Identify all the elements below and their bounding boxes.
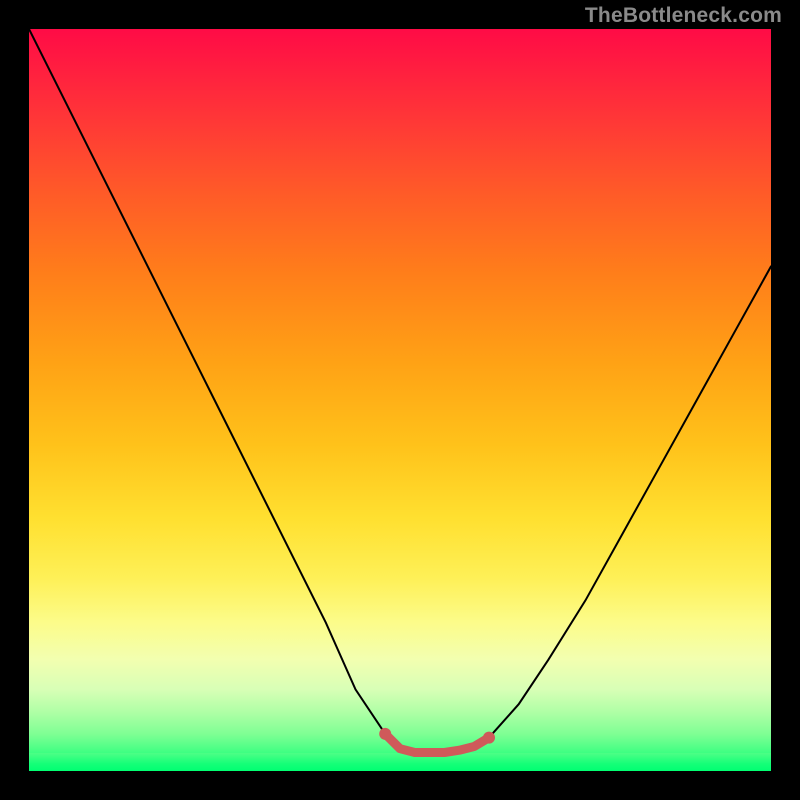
watermark-text: TheBottleneck.com — [585, 4, 782, 28]
highlight-end-dot — [379, 728, 391, 740]
chart-svg — [29, 29, 771, 771]
highlight-valley — [385, 734, 489, 753]
plot-area — [29, 29, 771, 771]
bottleneck-curve — [29, 29, 771, 753]
chart-frame: TheBottleneck.com — [0, 0, 800, 800]
highlight-end-dot — [483, 732, 495, 744]
